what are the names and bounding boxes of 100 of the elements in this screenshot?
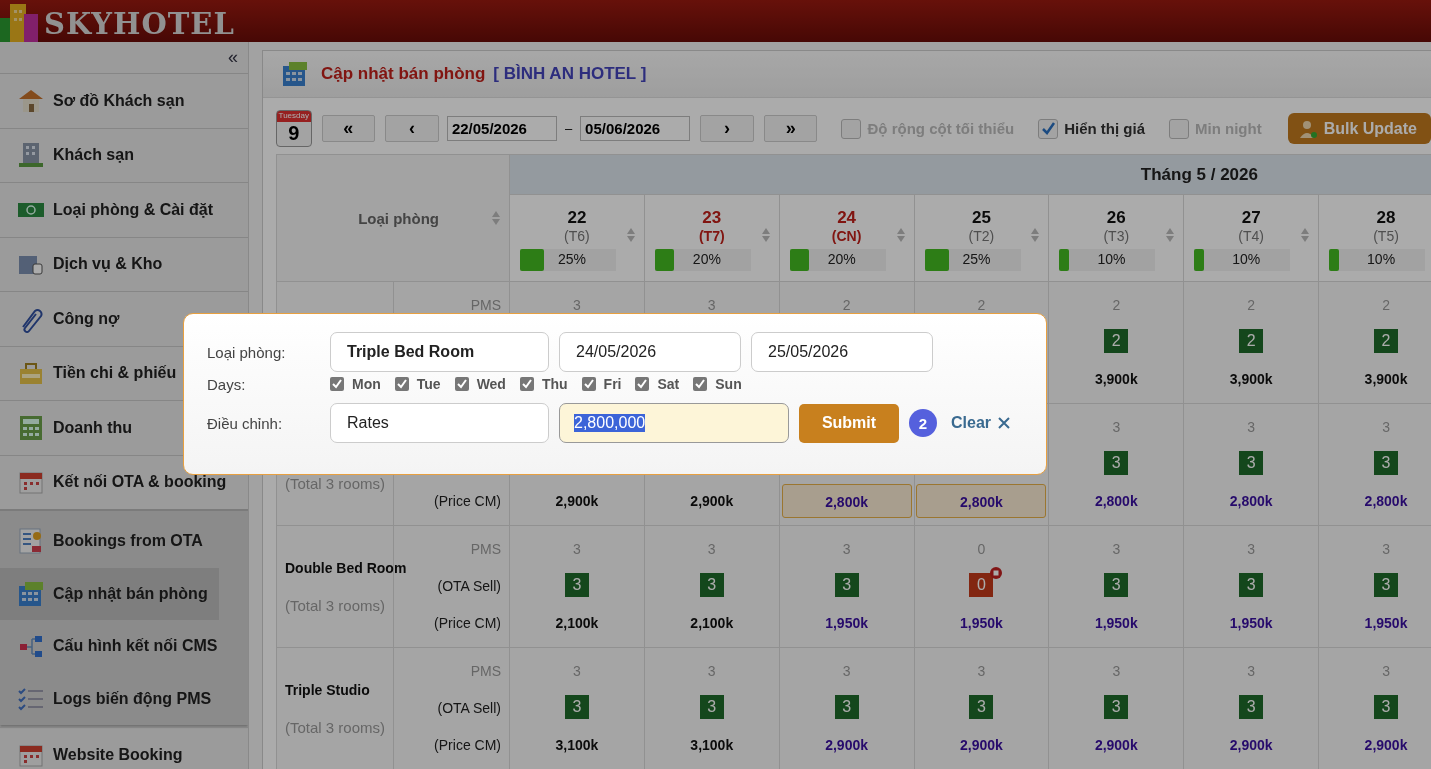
sort-icon (1300, 227, 1311, 243)
price-value[interactable]: 2,900k (825, 736, 868, 753)
occupancy-percent: 25% (558, 250, 587, 267)
ota-sell-count[interactable]: 3 (834, 694, 859, 719)
calendar-grid-icon (281, 60, 309, 88)
row-label: (OTA Sell) (437, 578, 501, 594)
ota-sell-count[interactable]: 3 (699, 694, 724, 719)
price-value[interactable]: 3,900k (1094, 370, 1138, 387)
room-type-name: Double Bed Room (285, 559, 407, 577)
ota-sell-count[interactable]: 3 (1239, 694, 1264, 719)
pms-count: 3 (1381, 539, 1391, 559)
row-label: (Price CM) (434, 737, 501, 753)
sidebar-item[interactable]: Khách sạn (0, 127, 248, 182)
pms-count: 3 (1381, 661, 1391, 681)
check-icon (636, 378, 649, 390)
sidebar-item[interactable]: Cấu hình kết nối CMS (0, 620, 248, 673)
ota-sell-count[interactable]: 3 (1374, 572, 1399, 597)
checkbox[interactable] (693, 377, 708, 391)
ota-sell-count[interactable]: 3 (969, 694, 994, 719)
value-field[interactable]: 2,800,000 (559, 403, 789, 443)
checkbox[interactable] (519, 377, 534, 391)
price-value[interactable]: 3,900k (1229, 370, 1273, 387)
checkbox[interactable] (635, 377, 650, 391)
price-value[interactable]: 3,900k (1364, 370, 1408, 387)
option-label: Hiển thị giá (1064, 120, 1145, 137)
check-icon (520, 378, 533, 390)
sidebar-item[interactable]: Logs biến động PMS (0, 672, 248, 725)
price-value[interactable]: 2,100k (555, 614, 599, 631)
price-value[interactable]: 2,900k (960, 736, 1003, 753)
price-value[interactable]: 2,900k (555, 492, 599, 509)
price-value[interactable]: 3,100k (555, 736, 599, 753)
page-title: Cập nhật bán phòng (321, 64, 486, 84)
price-value[interactable]: 2,900k (1364, 736, 1408, 753)
price-value[interactable]: 1,950k (1229, 614, 1273, 631)
check-icon (694, 378, 707, 390)
ota-sell-count[interactable]: 0 (969, 572, 994, 597)
previous-button[interactable]: ‹ (385, 115, 439, 142)
ota-sell-count[interactable]: 2 (1104, 328, 1129, 353)
ota-sell-count[interactable]: 2 (1374, 328, 1399, 353)
check-icon (455, 378, 468, 390)
ota-sell-count[interactable]: 3 (1104, 450, 1129, 475)
collapse-button[interactable]: « (228, 47, 238, 68)
ota-sell-count[interactable]: 3 (699, 572, 724, 597)
adjustment-select[interactable]: Rates (330, 403, 549, 443)
next-button[interactable]: › (700, 115, 754, 142)
buildings-logo-icon (0, 2, 40, 42)
checkbox[interactable] (330, 377, 344, 391)
pms-count: 3 (976, 661, 987, 681)
ota-sell-count[interactable]: 3 (564, 694, 589, 719)
checkbox[interactable] (1038, 118, 1059, 139)
ota-sell-count[interactable]: 2 (1239, 328, 1264, 353)
ota-sell-count[interactable]: 3 (1374, 694, 1399, 719)
checkbox[interactable] (394, 377, 409, 391)
ota-sell-count[interactable]: 3 (834, 572, 859, 597)
date-from-field[interactable]: 22/05/2026 (446, 116, 557, 141)
ota-sell-count[interactable]: 3 (1239, 450, 1264, 475)
ota-sell-count[interactable]: 3 (1239, 572, 1264, 597)
app-logo[interactable]: SKYHOTEL (44, 7, 235, 41)
price-value[interactable]: 2,900k (1094, 736, 1138, 753)
pms-count: 3 (1246, 539, 1257, 559)
price-value[interactable]: 2,900k (1229, 736, 1273, 753)
sidebar-item[interactable]: Bookings from OTA (0, 515, 248, 568)
price-value[interactable]: 1,950k (1094, 614, 1138, 631)
price-value[interactable]: 2,100k (690, 614, 734, 631)
price-value[interactable]: 3,100k (690, 736, 734, 753)
ota-sell-count[interactable]: 3 (1374, 450, 1399, 475)
sidebar-item[interactable]: Dịch vụ & Kho (0, 236, 248, 291)
checkbox[interactable] (581, 377, 596, 391)
sidebar-item[interactable]: Sơ đồ Khách sạn (0, 73, 248, 128)
ota-sell-count[interactable]: 3 (1104, 694, 1129, 719)
price-value[interactable]: 1,950k (960, 614, 1003, 631)
pms-count: 3 (1246, 661, 1257, 681)
price-value[interactable]: 2,800k (1229, 492, 1273, 509)
price-value[interactable]: 2,900k (690, 492, 734, 509)
checkbox[interactable] (454, 377, 469, 391)
first-page-button[interactable]: « (321, 115, 376, 142)
date-from-field[interactable]: 24/05/2026 (559, 332, 741, 372)
clear-button[interactable]: Clear (947, 414, 1016, 432)
room-type-select[interactable]: Triple Bed Room (330, 332, 549, 372)
pms-count: 3 (572, 295, 582, 315)
price-value[interactable]: 2,800k (916, 483, 1047, 518)
price-value[interactable]: 1,950k (825, 614, 868, 631)
ota-sell-count[interactable]: 3 (1104, 572, 1129, 597)
price-value[interactable]: 1,950k (1364, 614, 1408, 631)
checkbox[interactable] (841, 118, 862, 139)
price-value[interactable]: 2,800k (1094, 492, 1138, 509)
sidebar-item[interactable]: Website Booking (0, 727, 248, 769)
sidebar-item[interactable]: Loại phòng & Cài đặt (0, 182, 248, 237)
price-value[interactable]: 2,800k (1364, 492, 1408, 509)
last-page-button[interactable]: » (763, 115, 818, 142)
submit-button[interactable]: Submit (799, 403, 899, 443)
sidebar-item[interactable]: Cập nhật bán phòng (0, 567, 219, 620)
pms-count: 3 (572, 661, 582, 681)
date-to-field[interactable]: 25/05/2026 (751, 332, 933, 372)
price-value[interactable]: 2,800k (781, 483, 912, 518)
ota-sell-count[interactable]: 3 (564, 572, 589, 597)
pms-count: 3 (1246, 417, 1257, 437)
date-to-field[interactable]: 05/06/2026 (580, 116, 691, 141)
calendar-button[interactable]: Tuesday 9 (276, 110, 312, 147)
checkbox[interactable] (1169, 118, 1189, 139)
